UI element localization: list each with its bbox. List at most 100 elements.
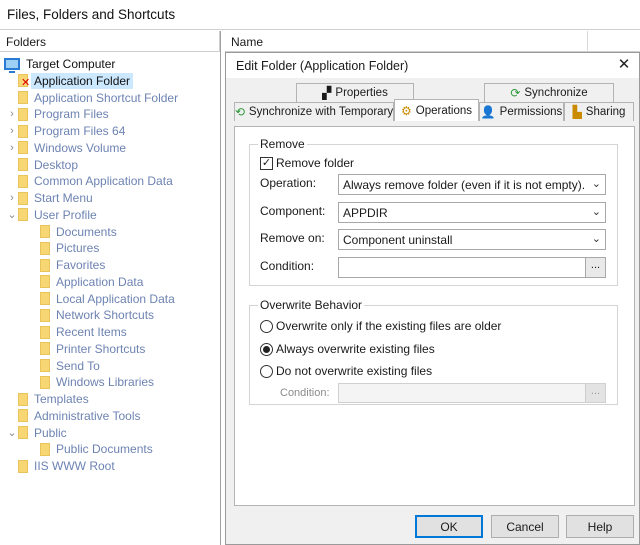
tree-item-label: User Profile [34,207,97,222]
chevron-right-icon[interactable]: › [6,123,18,139]
chevron-right-icon[interactable]: › [6,106,18,122]
tree-item-user-profile[interactable]: ⌄ User Profile [6,207,97,223]
dialog-title: Edit Folder (Application Folder) [236,59,409,73]
condition-row: Condition: [260,255,340,279]
tab-sharing[interactable]: ▙ Sharing [564,102,634,121]
tree-item-public-documents[interactable]: Public Documents [24,441,153,457]
sync-icon: ⟳ [510,86,521,100]
checkbox-checked-icon[interactable]: ✓ [260,156,273,170]
tree-item-printer-shortcuts[interactable]: Printer Shortcuts [24,341,145,357]
tree-item-network-shortcuts[interactable]: Network Shortcuts [24,307,154,323]
tree-item-windows-libraries[interactable]: Windows Libraries [24,374,154,390]
ok-button[interactable]: OK [415,515,483,538]
tree-item-documents[interactable]: Documents [24,224,117,240]
remove-on-value: Component uninstall [343,233,453,247]
tree-item-label: Local Application Data [56,291,175,306]
folder-icon [40,292,50,305]
folder-icon [40,325,50,339]
remove-on-label: Remove on: [260,231,325,245]
chevron-down-icon[interactable]: ⌄ [6,207,18,223]
overwrite-condition-input[interactable]: ... [338,383,606,403]
tree-item-label: Application Data [56,274,144,289]
name-column-header[interactable]: Name [225,31,640,52]
radio-overwrite-never[interactable]: Do not overwrite existing files [260,364,432,378]
folder-icon [18,409,28,423]
share-icon: ▙ [572,105,582,119]
tree-item-common-application-data[interactable]: Common Application Data [6,173,173,189]
tree-item-favorites[interactable]: Favorites [24,257,105,273]
folder-icon [18,141,28,155]
radio-on-icon[interactable] [260,342,273,356]
tree-item-administrative-tools[interactable]: Administrative Tools [6,408,141,424]
remove-on-select[interactable]: Component uninstall ⌄ [338,229,606,250]
tree-item-application-shortcut-folder[interactable]: Application Shortcut Folder [6,90,178,106]
chevron-down-icon: ⌄ [591,178,601,190]
name-column-label: Name [231,35,264,49]
condition-browse-button[interactable]: ... [585,258,605,277]
folder-icon [18,124,28,138]
tree-item-send-to[interactable]: Send To [24,358,100,374]
remove-folder-label: Remove folder [276,156,355,170]
tree-item-label: Templates [34,392,89,406]
tree-item-application-data[interactable]: Application Data [24,274,143,290]
tree-item-public[interactable]: ⌄ Public [6,425,66,441]
tree-item-start-menu[interactable]: › Start Menu [6,190,93,206]
radio-overwrite-older[interactable]: Overwrite only if the existing files are… [260,319,501,333]
folder-icon [40,342,50,356]
radio-off-icon[interactable] [260,319,273,333]
folder-remove-icon: ✕ [18,74,31,90]
tree-item-label: IIS WWW Root [34,459,115,473]
tree-item-local-application-data[interactable]: Local Application Data [24,291,175,307]
help-button[interactable]: Help [566,515,634,538]
tab-sharing-label: Sharing [585,106,626,118]
overwrite-condition-browse-button[interactable]: ... [585,384,605,402]
chevron-right-icon[interactable]: › [6,190,18,206]
remove-folder-checkbox[interactable]: ✓ Remove folder [260,156,354,170]
tree-item-label: Public Documents [56,442,153,457]
tab-sync-temporary[interactable]: ⟲ Synchronize with Temporary [234,102,394,121]
tree-item-templates[interactable]: Templates [6,391,89,407]
tab-permissions[interactable]: 👤 Permissions [479,102,564,121]
tree-item-target-computer[interactable]: Target Computer [4,56,115,73]
tree-item-program-files[interactable]: › Program Files [6,106,109,122]
condition-input[interactable]: ... [338,257,606,278]
radio-off-icon[interactable] [260,364,273,378]
tab-synchronize-label: Synchronize [524,87,588,99]
tree-item-pictures[interactable]: Pictures [24,240,99,256]
folder-icon [40,375,50,389]
tree-item-label: Application Shortcut Folder [34,90,179,105]
chevron-right-icon[interactable]: › [6,140,18,156]
folder-icon [40,275,50,289]
radio-overwrite-always[interactable]: Always overwrite existing files [260,342,435,356]
operation-select[interactable]: Always remove folder (even if it is not … [338,174,606,195]
folder-icon [18,91,28,104]
folder-icon [18,107,28,121]
tree-item-label: Administrative Tools [34,408,141,423]
folder-icon [18,158,28,171]
tab-synchronize[interactable]: ⟳ Synchronize [484,83,614,102]
close-icon[interactable]: ✕ [615,56,633,74]
tree-item-desktop[interactable]: Desktop [6,157,78,173]
properties-icon: ▞ [322,86,332,100]
tree-item-windows-volume[interactable]: › Windows Volume [6,140,126,156]
chevron-down-icon[interactable]: ⌄ [6,425,18,441]
tree-item-label: Windows Volume [34,140,127,155]
folder-icon [40,258,50,272]
tab-operations[interactable]: ⚙ Operations [394,99,479,121]
component-select[interactable]: APPDIR ⌄ [338,202,606,223]
column-separator[interactable] [587,31,588,51]
tree-item-recent-items[interactable]: Recent Items [24,324,127,340]
chevron-down-icon: ⌄ [591,206,601,218]
tree-item-program-files-64[interactable]: › Program Files 64 [6,123,125,139]
tree-item-iis-www-root[interactable]: IIS WWW Root [6,458,115,474]
remove-group-title: Remove [258,137,307,151]
folder-icon [18,208,28,222]
tree-item-application-folder[interactable]: ✕ Application Folder [6,72,134,90]
remove-x-icon: ✕ [21,77,31,90]
cancel-button[interactable]: Cancel [491,515,559,538]
